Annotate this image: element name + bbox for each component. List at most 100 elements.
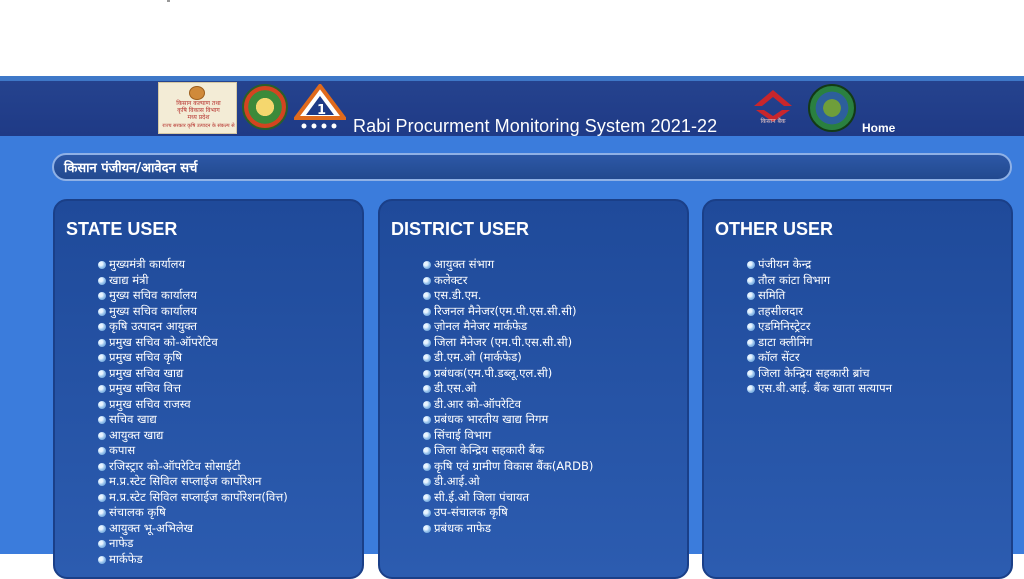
user-link-item[interactable]: म.प्र.स्टेट सिविल सप्लाईज कार्पोरेशन(वित…: [98, 490, 288, 506]
farmer-search-bar[interactable]: किसान पंजीयन/आवेदन सर्च: [52, 153, 1012, 181]
user-link-label[interactable]: रजिस्ट्रार को-ऑपरेटिव सोसाईटी: [109, 459, 241, 473]
user-link-item[interactable]: डाटा क्लीनिंग: [747, 335, 892, 351]
user-link-label[interactable]: कलेक्टर: [434, 273, 467, 287]
user-link-label[interactable]: एस.बी.आई. बैंक खाता सत्यापन: [758, 381, 892, 395]
user-link-label[interactable]: तौल कांटा विभाग: [758, 273, 830, 287]
user-link-label[interactable]: कॉल सेंटर: [758, 350, 800, 364]
user-link-item[interactable]: उप-संचालक कृषि: [423, 505, 593, 521]
user-link-label[interactable]: सी.ई.ओ जिला पंचायत: [434, 490, 529, 504]
user-link-label[interactable]: प्रमुख सचिव खाद्य: [109, 366, 183, 380]
user-link-item[interactable]: कलेक्टर: [423, 273, 593, 289]
user-link-label[interactable]: कृषि एवं ग्रामीण विकास बैंक(ARDB): [434, 459, 593, 473]
user-link-item[interactable]: जिला केन्द्रिय सहकारी बैंक: [423, 443, 593, 459]
farmer-search-label[interactable]: किसान पंजीयन/आवेदन सर्च: [64, 158, 197, 176]
bullet-icon: [98, 509, 106, 517]
bullet-icon: [423, 307, 431, 316]
user-link-item[interactable]: संचालक कृषि: [98, 505, 288, 521]
user-link-label[interactable]: प्रबंधक(एम.पी.डब्लू.एल.सी): [434, 366, 552, 380]
user-link-item[interactable]: कपास: [98, 443, 288, 459]
user-link-item[interactable]: आयुक्त संभाग: [423, 257, 593, 273]
user-link-label[interactable]: डी.आर को-ऑपरेटिव: [434, 397, 521, 411]
user-link-label[interactable]: सिंचाई विभाग: [434, 428, 491, 442]
user-link-item[interactable]: प्रबंधक(एम.पी.डब्लू.एल.सी): [423, 366, 593, 382]
user-link-item[interactable]: नाफेड: [98, 536, 288, 552]
user-link-item[interactable]: प्रबंधक भारतीय खाद्य निगम: [423, 412, 593, 428]
user-link-label[interactable]: मुख्य सचिव कार्यालय: [109, 304, 197, 318]
user-link-label[interactable]: सचिव खाद्य: [109, 412, 157, 426]
user-link-item[interactable]: जिला मैनेजर (एम.पी.एस.सी.सी): [423, 335, 593, 351]
user-link-item[interactable]: खाद्य मंत्री: [98, 273, 288, 289]
user-link-item[interactable]: एस.बी.आई. बैंक खाता सत्यापन: [747, 381, 892, 397]
user-link-item[interactable]: प्रमुख सचिव खाद्य: [98, 366, 288, 382]
user-link-item[interactable]: प्रमुख सचिव कृषि: [98, 350, 288, 366]
user-link-label[interactable]: डी.आई.ओ: [434, 474, 480, 488]
user-link-label[interactable]: रिजनल मैनेजर(एम.पी.एस.सी.सी): [434, 304, 577, 318]
user-link-label[interactable]: डी.एम.ओ (मार्कफेड): [434, 350, 522, 364]
user-link-item[interactable]: डी.आई.ओ: [423, 474, 593, 490]
user-link-item[interactable]: एडमिनिस्ट्रेटर: [747, 319, 892, 335]
user-link-item[interactable]: आयुक्त खाद्य: [98, 428, 288, 444]
user-link-item[interactable]: डी.एस.ओ: [423, 381, 593, 397]
user-link-label[interactable]: एडमिनिस्ट्रेटर: [758, 319, 811, 333]
user-link-item[interactable]: डी.एम.ओ (मार्कफेड): [423, 350, 593, 366]
user-link-label[interactable]: आयुक्त खाद्य: [109, 428, 163, 442]
user-link-label[interactable]: डी.एस.ओ: [434, 381, 476, 395]
user-link-item[interactable]: तहसीलदार: [747, 304, 892, 320]
user-link-item[interactable]: पंजीयन केन्द्र: [747, 257, 892, 273]
home-link[interactable]: Home: [862, 121, 895, 135]
user-link-item[interactable]: सचिव खाद्य: [98, 412, 288, 428]
user-link-label[interactable]: प्रमुख सचिव राजस्व: [109, 397, 191, 411]
user-link-label[interactable]: प्रमुख सचिव वित्त: [109, 381, 181, 395]
user-link-label[interactable]: मुख्य सचिव कार्यालय: [109, 288, 197, 302]
user-link-item[interactable]: मुख्य सचिव कार्यालय: [98, 288, 288, 304]
user-link-label[interactable]: खाद्य मंत्री: [109, 273, 149, 287]
user-link-label[interactable]: प्रबंधक भारतीय खाद्य निगम: [434, 412, 548, 426]
user-link-label[interactable]: आयुक्त संभाग: [434, 257, 494, 271]
user-link-item[interactable]: प्रमुख सचिव को-ऑपरेटिव: [98, 335, 288, 351]
user-link-item[interactable]: रजिस्ट्रार को-ऑपरेटिव सोसाईटी: [98, 459, 288, 475]
user-link-item[interactable]: डी.आर को-ऑपरेटिव: [423, 397, 593, 413]
user-link-item[interactable]: प्रमुख सचिव राजस्व: [98, 397, 288, 413]
svg-text:1: 1: [317, 103, 326, 118]
user-link-label[interactable]: कपास: [109, 443, 135, 457]
user-link-item[interactable]: प्रमुख सचिव वित्त: [98, 381, 288, 397]
user-link-label[interactable]: प्रमुख सचिव को-ऑपरेटिव: [109, 335, 218, 349]
user-link-item[interactable]: कृषि एवं ग्रामीण विकास बैंक(ARDB): [423, 459, 593, 475]
user-link-label[interactable]: जिला मैनेजर (एम.पी.एस.सी.सी): [434, 335, 572, 349]
user-link-item[interactable]: समिति: [747, 288, 892, 304]
user-link-label[interactable]: जिला केन्द्रिय सहकारी ब्रांच: [758, 366, 870, 380]
user-link-label[interactable]: कृषि उत्पादन आयुक्त: [109, 319, 197, 333]
user-link-item[interactable]: तौल कांटा विभाग: [747, 273, 892, 289]
user-link-label[interactable]: मुख्यमंत्री कार्यालय: [109, 257, 185, 271]
user-link-label[interactable]: समिति: [758, 288, 785, 302]
user-link-label[interactable]: पंजीयन केन्द्र: [758, 257, 811, 271]
user-link-item[interactable]: म.प्र.स्टेट सिविल सप्लाईज कार्पोरेशन: [98, 474, 288, 490]
user-link-item[interactable]: जिला केन्द्रिय सहकारी ब्रांच: [747, 366, 892, 382]
user-link-item[interactable]: कृषि उत्पादन आयुक्त: [98, 319, 288, 335]
user-link-item[interactable]: मुख्य सचिव कार्यालय: [98, 304, 288, 320]
user-link-label[interactable]: डाटा क्लीनिंग: [758, 335, 812, 349]
user-link-item[interactable]: एस.डी.एम.: [423, 288, 593, 304]
user-link-label[interactable]: जिला केन्द्रिय सहकारी बैंक: [434, 443, 544, 457]
user-link-label[interactable]: संचालक कृषि: [109, 505, 166, 519]
user-link-label[interactable]: प्रमुख सचिव कृषि: [109, 350, 182, 364]
bullet-icon: [98, 385, 106, 393]
user-link-item[interactable]: प्रबंधक नाफेड: [423, 521, 593, 537]
bullet-icon: [423, 338, 431, 347]
user-link-item[interactable]: रिजनल मैनेजर(एम.पी.एस.सी.सी): [423, 304, 593, 320]
user-link-label[interactable]: उप-संचालक कृषि: [434, 505, 508, 519]
user-link-label[interactable]: म.प्र.स्टेट सिविल सप्लाईज कार्पोरेशन: [109, 474, 261, 488]
user-link-label[interactable]: म.प्र.स्टेट सिविल सप्लाईज कार्पोरेशन(वित…: [109, 490, 288, 504]
user-link-label[interactable]: आयुक्त भू-अभिलेख: [109, 521, 193, 535]
user-link-item[interactable]: आयुक्त भू-अभिलेख: [98, 521, 288, 537]
user-link-item[interactable]: सिंचाई विभाग: [423, 428, 593, 444]
user-link-item[interactable]: सी.ई.ओ जिला पंचायत: [423, 490, 593, 506]
user-link-label[interactable]: तहसीलदार: [758, 304, 803, 318]
user-link-item[interactable]: मुख्यमंत्री कार्यालय: [98, 257, 288, 273]
user-link-item[interactable]: कॉल सेंटर: [747, 350, 892, 366]
user-link-label[interactable]: नाफेड: [109, 536, 133, 550]
user-link-item[interactable]: ज़ोनल मैनेजर मार्कफेड: [423, 319, 593, 335]
user-link-label[interactable]: ज़ोनल मैनेजर मार्कफेड: [434, 319, 527, 333]
user-link-label[interactable]: प्रबंधक नाफेड: [434, 521, 491, 535]
user-link-label[interactable]: एस.डी.एम.: [434, 288, 481, 302]
